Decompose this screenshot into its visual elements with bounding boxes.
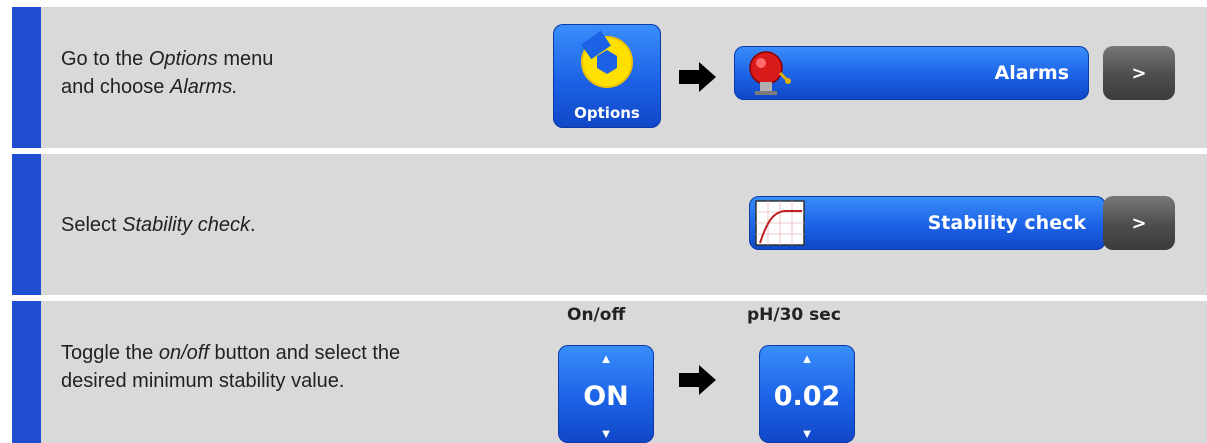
step-accent-bar bbox=[12, 301, 41, 443]
step-instruction: Select Stability check. bbox=[61, 214, 256, 236]
stability-unit-title: pH/30 sec bbox=[747, 305, 841, 325]
stability-check-menu-item[interactable]: Stability check bbox=[749, 196, 1106, 250]
stability-check-label: Stability check bbox=[927, 212, 1086, 234]
on-off-value: ON bbox=[583, 381, 629, 412]
chevron-up-icon[interactable]: ▲ bbox=[558, 351, 654, 366]
stability-value: 0.02 bbox=[773, 381, 841, 412]
step-toggle-and-value: Toggle the on/off button and select the … bbox=[12, 301, 1207, 443]
arrow-right-icon bbox=[679, 365, 716, 395]
chevron-down-icon[interactable]: ▼ bbox=[558, 426, 654, 441]
next-label: > bbox=[1131, 62, 1147, 84]
on-off-toggle[interactable]: ▲ ON ▼ bbox=[558, 345, 654, 443]
step-instruction: Go to the Options menu and choose Alarms… bbox=[61, 48, 274, 98]
stability-graph-icon bbox=[755, 200, 805, 246]
on-off-title: On/off bbox=[567, 305, 626, 325]
step-options-alarms: Go to the Options menu and choose Alarms… bbox=[12, 7, 1207, 148]
step-accent-bar bbox=[12, 7, 41, 148]
chevron-up-icon[interactable]: ▲ bbox=[759, 351, 855, 366]
step-stability-check: Select Stability check. Stability check … bbox=[12, 154, 1207, 295]
step-instruction: Toggle the on/off button and select the … bbox=[61, 342, 401, 392]
alarms-next-button[interactable]: > bbox=[1103, 46, 1175, 100]
stability-value-stepper[interactable]: ▲ 0.02 ▼ bbox=[759, 345, 855, 443]
chevron-down-icon[interactable]: ▼ bbox=[759, 426, 855, 441]
stability-next-button[interactable]: > bbox=[1103, 196, 1175, 250]
wrench-icon bbox=[581, 30, 633, 88]
alarms-menu-item[interactable]: Alarms bbox=[734, 46, 1089, 100]
options-label: Options bbox=[574, 104, 640, 122]
step-accent-bar bbox=[12, 154, 41, 295]
next-label: > bbox=[1131, 212, 1147, 234]
options-menu-button[interactable]: Options bbox=[553, 24, 661, 128]
alarms-label: Alarms bbox=[994, 62, 1069, 84]
arrow-right-icon bbox=[679, 62, 716, 92]
alarm-bell-icon bbox=[749, 51, 791, 95]
